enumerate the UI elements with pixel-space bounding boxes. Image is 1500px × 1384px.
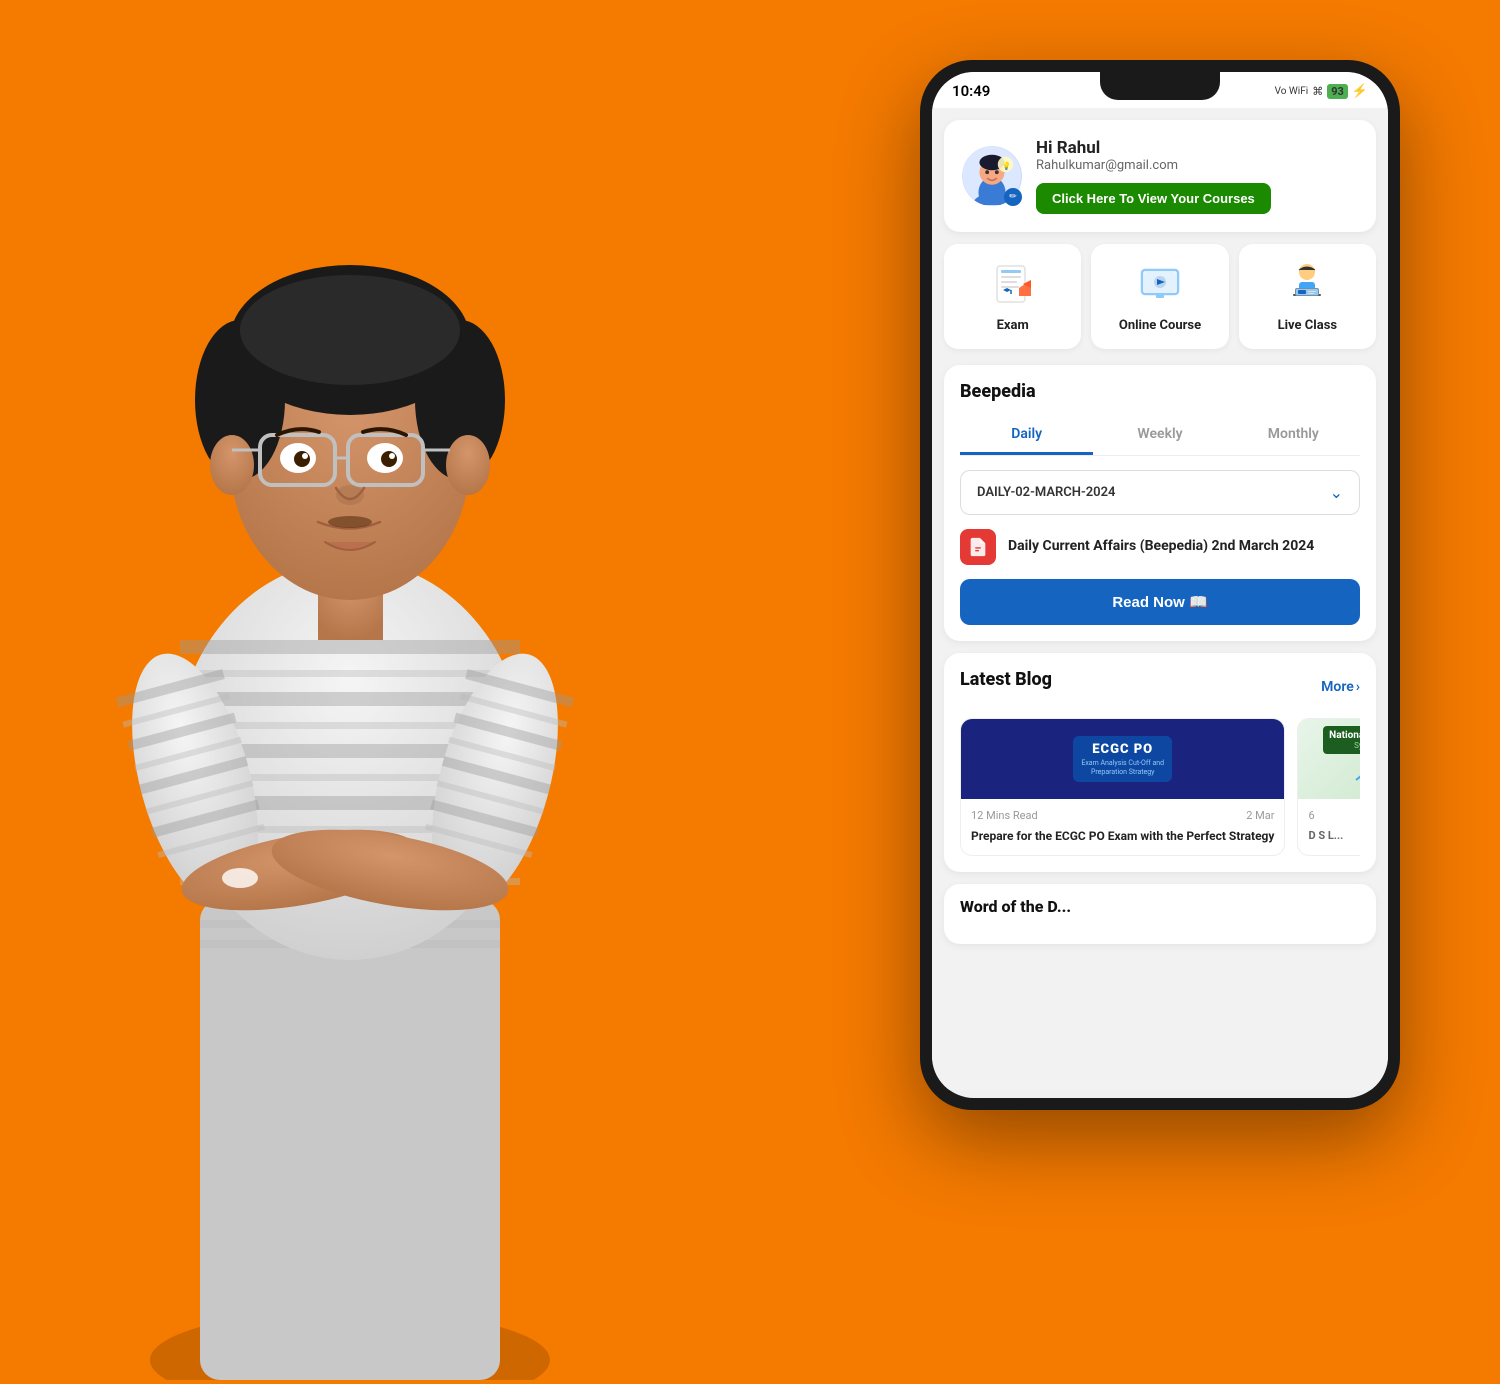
blog-2-meta: 6: [1308, 809, 1360, 822]
blog-card-1-body: 12 Mins Read 2 Mar Prepare for the ECGC …: [961, 799, 1284, 855]
exam-label: Exam: [997, 318, 1029, 333]
tab-monthly[interactable]: Monthly: [1227, 416, 1360, 455]
chevron-down-icon: ⌄: [1330, 483, 1343, 502]
beepedia-section: Beepedia Daily Weekly Monthly DAILY-02-M…: [944, 365, 1376, 641]
blog-2-title: D S L...: [1308, 828, 1360, 843]
exam-category-card[interactable]: Exam: [944, 244, 1081, 349]
exam-icon: [989, 260, 1037, 308]
tab-daily[interactable]: Daily: [960, 416, 1093, 455]
read-now-button[interactable]: Read Now 📖: [960, 579, 1360, 625]
more-label: More: [1321, 679, 1354, 695]
blog-1-meta: 12 Mins Read 2 Mar: [971, 809, 1274, 822]
svg-text:💡: 💡: [1002, 160, 1012, 170]
online-course-label: Online Course: [1119, 318, 1201, 333]
profile-card: 💡 ✏ Hi Rahul Rahulkumar@gmail.com Click …: [944, 120, 1376, 232]
date-dropdown[interactable]: DAILY-02-MARCH-2024 ⌄: [960, 470, 1360, 515]
live-class-category-card[interactable]: Live Class: [1239, 244, 1376, 349]
beepedia-title: Beepedia: [960, 381, 1360, 402]
dropdown-value: DAILY-02-MARCH-2024: [977, 485, 1115, 500]
lightning-icon: ⚡: [1352, 84, 1368, 99]
blog-cards-container: ECGC PO Exam Analysis Cut-Off andPrepara…: [960, 718, 1360, 856]
tab-weekly[interactable]: Weekly: [1093, 416, 1226, 455]
network-label: Vo WiFi: [1275, 86, 1309, 97]
blog-card-2[interactable]: National Pension System: [1297, 718, 1360, 856]
word-section: Word of the D...: [944, 884, 1376, 944]
latest-blog-title: Latest Blog: [960, 669, 1052, 690]
blog-1-date: 2 Mar: [1246, 809, 1274, 822]
blog-card-2-body: 6 D S L...: [1298, 799, 1360, 853]
profile-name: Hi Rahul: [1036, 138, 1358, 158]
liveclass-icon: [1283, 260, 1331, 308]
status-icons: Vo WiFi ⌘ 93 ⚡: [1275, 84, 1368, 99]
pdf-title: Daily Current Affairs (Beepedia) 2nd Mar…: [1008, 537, 1314, 557]
avatar-edit-icon[interactable]: ✏: [1004, 188, 1022, 206]
course-icon: [1136, 260, 1184, 308]
status-time: 10:49: [952, 82, 990, 100]
latest-blog-section: Latest Blog More › ECGC PO E: [944, 653, 1376, 872]
person-image: [40, 80, 660, 1380]
beepedia-tabs: Daily Weekly Monthly: [960, 416, 1360, 456]
screen-content[interactable]: 💡 ✏ Hi Rahul Rahulkumar@gmail.com Click …: [932, 108, 1388, 1090]
blog-card-1-image: ECGC PO Exam Analysis Cut-Off andPrepara…: [961, 719, 1284, 799]
pdf-icon: [960, 529, 996, 565]
blog-2-read-time: 6: [1308, 809, 1314, 822]
chevron-right-icon: ›: [1356, 679, 1360, 695]
online-course-category-card[interactable]: Online Course: [1091, 244, 1228, 349]
blog-1-title: Prepare for the ECGC PO Exam with the Pe…: [971, 828, 1274, 845]
blog-header: Latest Blog More ›: [960, 669, 1360, 704]
blog-1-read-time: 12 Mins Read: [971, 809, 1038, 822]
phone-notch: [1100, 72, 1220, 100]
word-section-title: Word of the D...: [960, 897, 1071, 916]
blog-card-1[interactable]: ECGC PO Exam Analysis Cut-Off andPrepara…: [960, 718, 1285, 856]
view-courses-button[interactable]: Click Here To View Your Courses: [1036, 183, 1271, 214]
battery-icon: 93: [1327, 84, 1348, 99]
live-class-label: Live Class: [1278, 318, 1337, 333]
category-grid: Exam: [944, 244, 1376, 349]
phone-frame: 10:49 Vo WiFi ⌘ 93 ⚡: [920, 60, 1400, 1110]
pdf-entry: Daily Current Affairs (Beepedia) 2nd Mar…: [960, 529, 1360, 565]
wifi-icon: ⌘: [1312, 85, 1323, 98]
avatar-container: 💡 ✏: [962, 146, 1022, 206]
profile-info: Hi Rahul Rahulkumar@gmail.com Click Here…: [1036, 138, 1358, 214]
profile-email: Rahulkumar@gmail.com: [1036, 158, 1358, 173]
blog-card-2-image: National Pension System: [1298, 719, 1360, 799]
more-link[interactable]: More ›: [1321, 679, 1360, 695]
read-now-label: Read Now 📖: [1112, 593, 1207, 611]
